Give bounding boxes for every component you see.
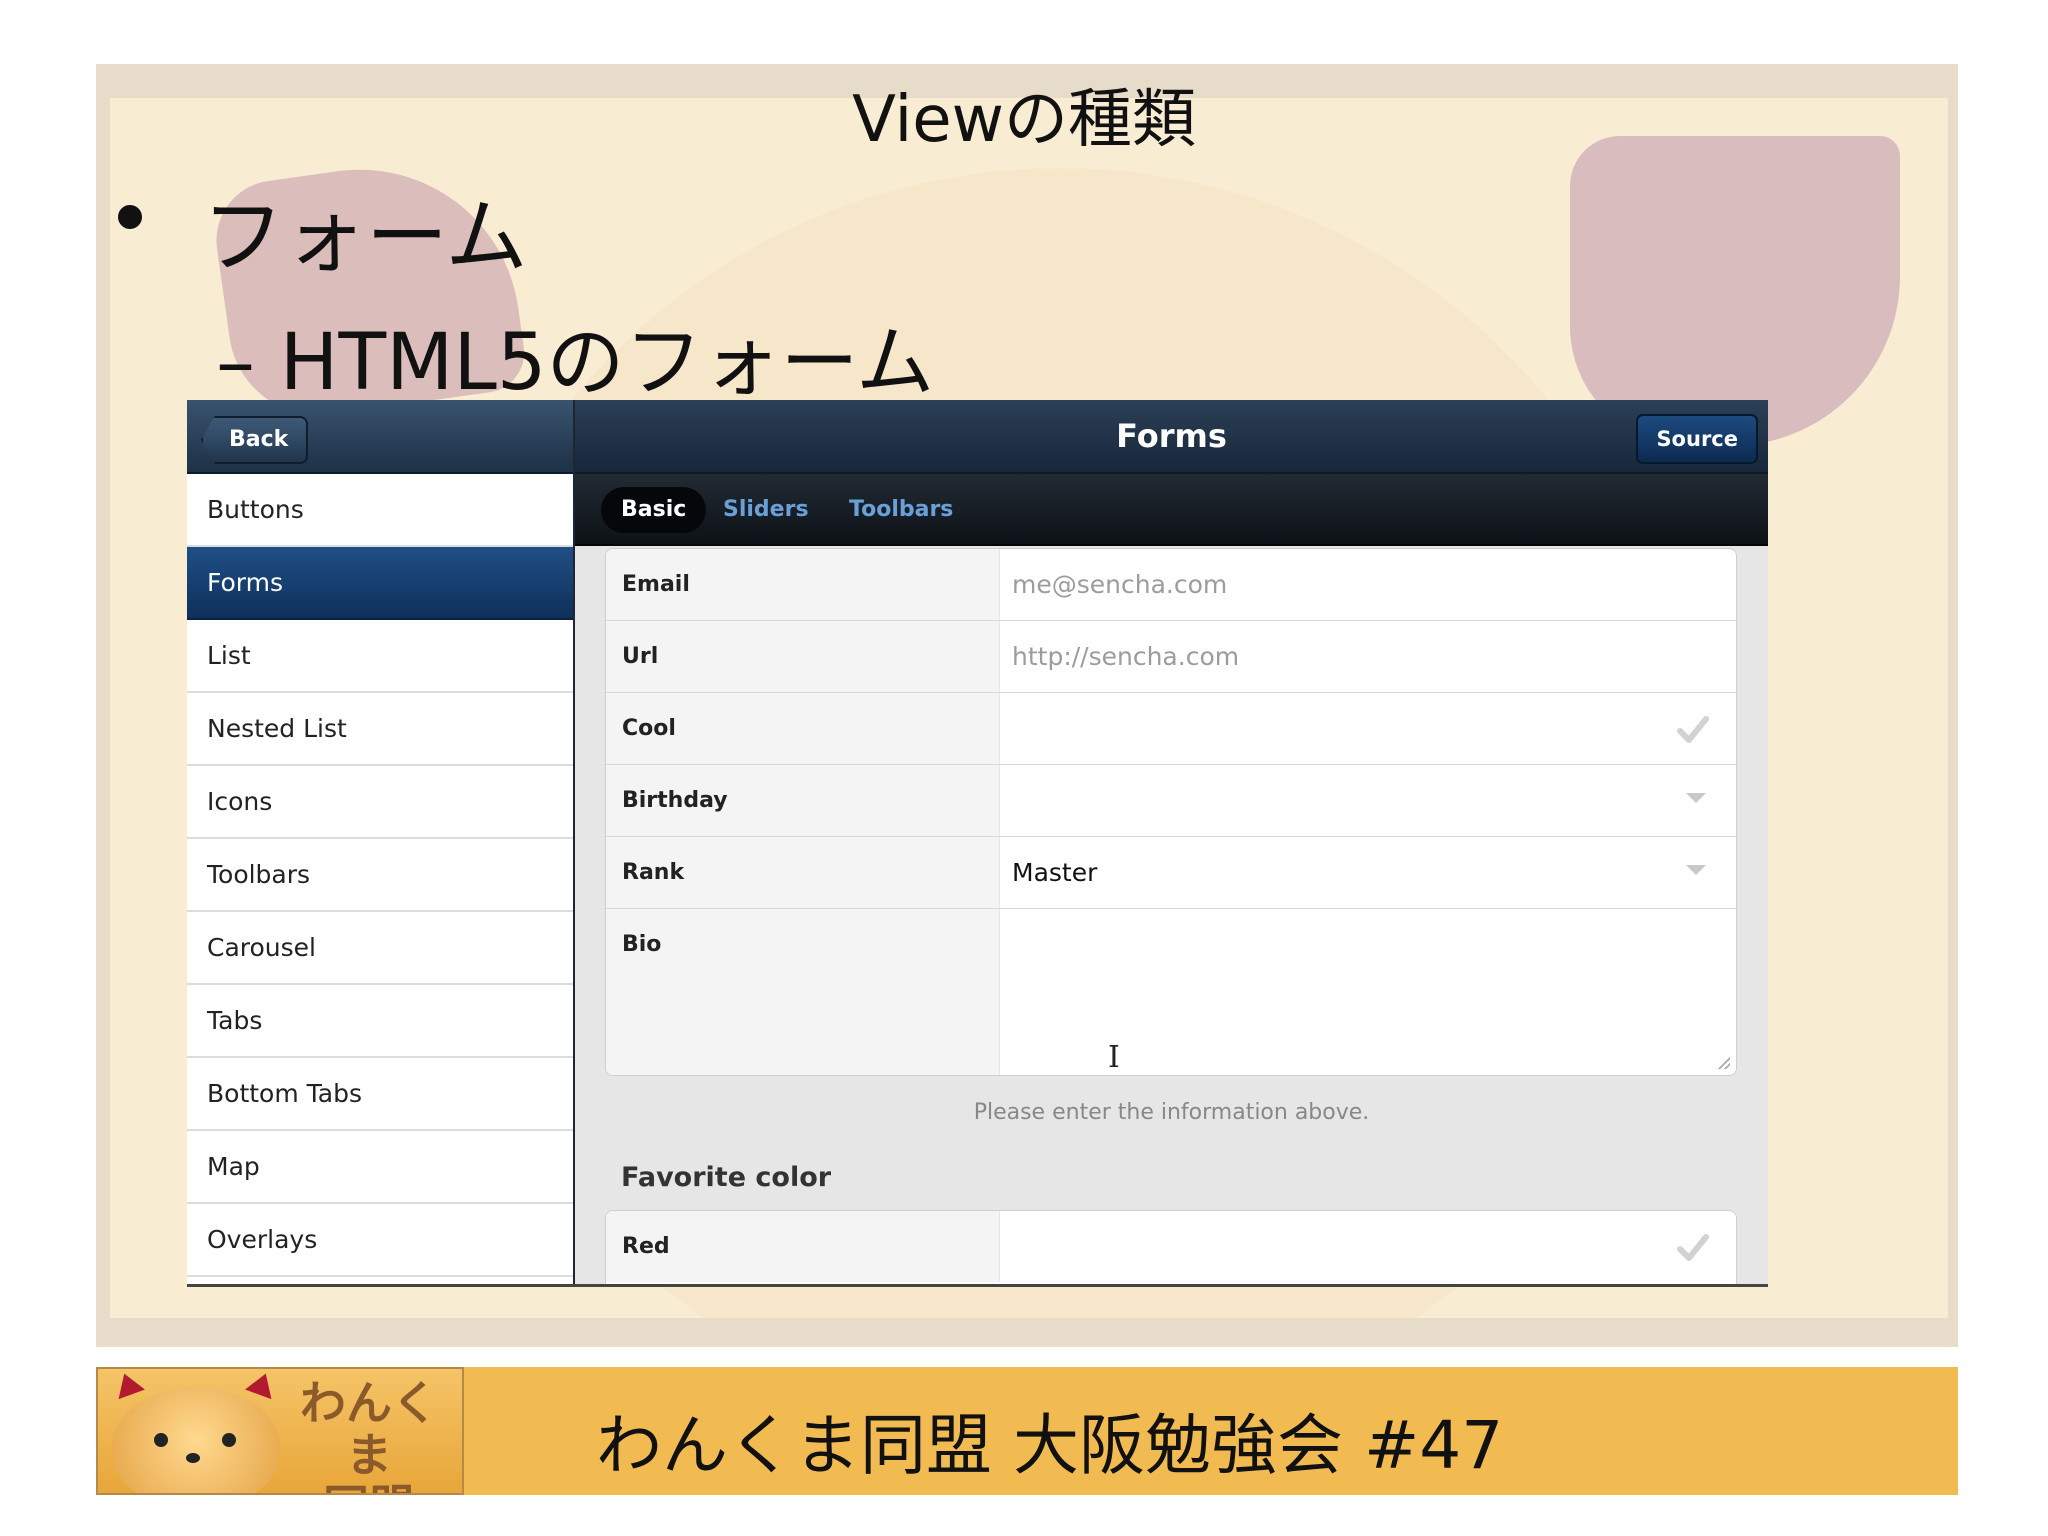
url-label: Url xyxy=(606,621,1000,692)
bear-eye-icon xyxy=(154,1433,168,1447)
bio-label: Bio xyxy=(606,909,1000,1075)
rank-select[interactable]: Master xyxy=(1012,837,1097,908)
sidebar-item-icons[interactable]: Icons xyxy=(187,766,573,839)
bullet-level1: フォーム xyxy=(202,190,528,285)
email-label: Email xyxy=(606,549,1000,620)
logo: わんくま 同盟 xyxy=(96,1367,464,1495)
bear-ear-icon xyxy=(245,1369,279,1400)
sidebar-item-tabs[interactable]: Tabs xyxy=(187,985,573,1058)
birthday-field[interactable]: Birthday xyxy=(606,765,1736,837)
sidebar-item-map[interactable]: Map xyxy=(187,1131,573,1204)
text-cursor-icon: I xyxy=(1108,1040,1120,1075)
sidebar-item-bottom-tabs[interactable]: Bottom Tabs xyxy=(187,1058,573,1131)
red-label: Red xyxy=(606,1211,1000,1282)
rank-field[interactable]: Rank Master xyxy=(606,837,1736,909)
back-button[interactable]: Back xyxy=(201,416,309,464)
url-field[interactable]: Url http://sencha.com xyxy=(606,621,1736,693)
app-screenshot: Back Buttons Forms List Nested List Icon… xyxy=(187,400,1768,1287)
logo-text: わんくま 同盟 xyxy=(284,1376,454,1493)
birthday-label: Birthday xyxy=(606,765,1000,836)
form-hint: Please enter the information above. xyxy=(973,1100,1370,1125)
bullet-level2: – HTML5のフォーム xyxy=(216,318,935,408)
bear-face-icon xyxy=(112,1387,280,1493)
resize-grip-icon[interactable] xyxy=(1718,1057,1730,1069)
check-icon[interactable] xyxy=(1676,1231,1710,1265)
logo-line2: 同盟 xyxy=(284,1481,454,1493)
sidebar-toolbar: Back xyxy=(187,400,573,474)
bear-nose-icon xyxy=(186,1453,200,1463)
sidebar-item-carousel[interactable]: Carousel xyxy=(187,912,573,985)
check-icon[interactable] xyxy=(1676,713,1710,747)
bio-field[interactable]: Bio xyxy=(606,909,1736,1075)
sidebar-item-buttons[interactable]: Buttons xyxy=(187,474,573,547)
url-input[interactable]: http://sencha.com xyxy=(1012,621,1239,692)
tab-sliders[interactable]: Sliders xyxy=(703,487,829,533)
chevron-down-icon[interactable] xyxy=(1686,865,1706,875)
favorite-color-title: Favorite color xyxy=(621,1162,832,1193)
email-field[interactable]: Email me@sencha.com xyxy=(606,549,1736,621)
tab-toolbars[interactable]: Toolbars xyxy=(829,487,973,533)
main-toolbar: Forms Source xyxy=(575,400,1768,474)
tab-bar: Basic Sliders Toolbars xyxy=(575,474,1768,546)
source-button[interactable]: Source xyxy=(1636,414,1758,464)
footer-title: わんくま同盟 大阪勉強会 #47 xyxy=(596,1407,1504,1484)
sidebar-item-toolbars[interactable]: Toolbars xyxy=(187,839,573,912)
sidebar-list: Buttons Forms List Nested List Icons Too… xyxy=(187,474,573,1277)
chevron-down-icon[interactable] xyxy=(1686,793,1706,803)
slide-title: Viewの種類 xyxy=(852,83,1196,157)
page-title: Forms xyxy=(1116,417,1227,455)
sidebar-item-nested-list[interactable]: Nested List xyxy=(187,693,573,766)
rank-label: Rank xyxy=(606,837,1000,908)
logo-line1: わんくま xyxy=(300,1376,438,1482)
sidebar: Back Buttons Forms List Nested List Icon… xyxy=(187,400,575,1284)
sidebar-item-list[interactable]: List xyxy=(187,620,573,693)
bear-ear-icon xyxy=(111,1369,145,1400)
tab-basic[interactable]: Basic xyxy=(601,487,707,533)
bullet-dot-icon xyxy=(118,205,142,229)
main-panel: Forms Source Basic Sliders Toolbars Emai… xyxy=(575,400,1768,1284)
cool-label: Cool xyxy=(606,693,1000,764)
radio-red[interactable]: Red xyxy=(606,1211,1736,1282)
form-fieldset: Email me@sencha.com Url http://sencha.co… xyxy=(605,548,1737,1076)
bear-eye-icon xyxy=(222,1433,236,1447)
email-input[interactable]: me@sencha.com xyxy=(1012,549,1227,620)
sidebar-item-overlays[interactable]: Overlays xyxy=(187,1204,573,1277)
favorite-color-fieldset: Red xyxy=(605,1210,1737,1284)
cool-field[interactable]: Cool xyxy=(606,693,1736,765)
sidebar-item-forms[interactable]: Forms xyxy=(187,547,573,620)
